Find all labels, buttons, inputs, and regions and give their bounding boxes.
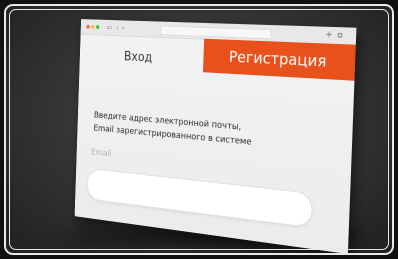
tab-login[interactable]: Вход (84, 41, 195, 75)
address-bar[interactable] (160, 25, 272, 39)
tab-register[interactable]: Регистрация (203, 39, 356, 81)
chevron-right-icon[interactable]: › (122, 23, 125, 33)
instructions-text: Введите адрес электронной почты, Email з… (93, 109, 330, 157)
scene: ▭ ‹ › + ⧉ Вход Регистрация Введите адрес… (6, 6, 394, 255)
email-input[interactable] (86, 168, 313, 228)
plus-icon[interactable]: + (325, 30, 333, 41)
image-frame: ▭ ‹ › + ⧉ Вход Регистрация Введите адрес… (4, 4, 394, 255)
close-window-icon[interactable] (86, 25, 89, 29)
chevron-left-icon[interactable]: ‹ (116, 23, 119, 33)
sidebar-icon[interactable]: ▭ (106, 23, 112, 33)
email-label: Email (91, 148, 112, 159)
minimize-window-icon[interactable] (91, 25, 94, 29)
browser-window: ▭ ‹ › + ⧉ Вход Регистрация Введите адрес… (75, 19, 357, 254)
copy-icon[interactable]: ⧉ (337, 30, 343, 41)
maximize-window-icon[interactable] (96, 25, 99, 29)
